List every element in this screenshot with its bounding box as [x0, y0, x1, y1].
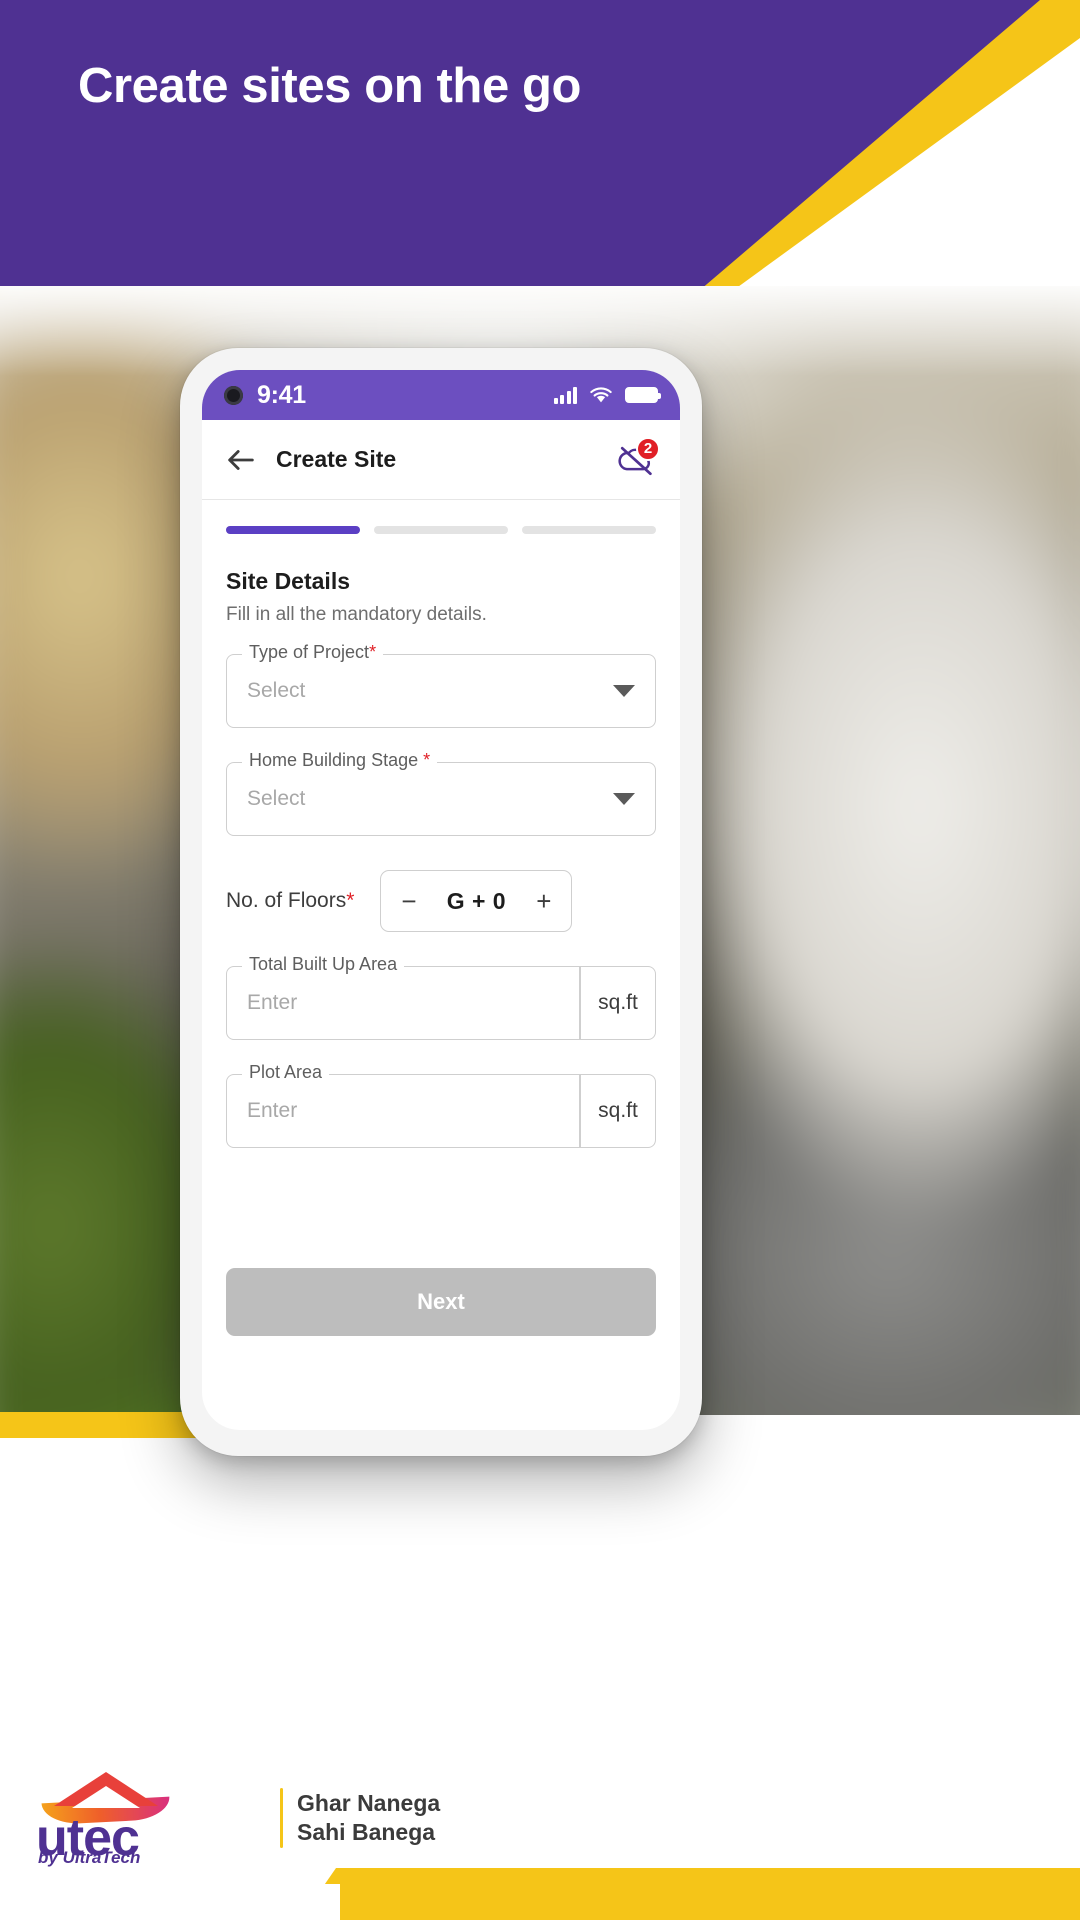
wifi-icon: [590, 386, 612, 402]
brand-by-name: UltraTech: [62, 1848, 141, 1867]
form-content: Site Details Fill in all the mandatory d…: [202, 500, 680, 1148]
field-label-home-building-stage: Home Building Stage *: [242, 750, 438, 771]
next-button[interactable]: Next: [226, 1268, 656, 1336]
stepper-segment-1: [226, 526, 360, 534]
field-label-total-built-up-area: Total Built Up Area: [242, 954, 405, 975]
front-camera-dot-icon: [224, 385, 243, 405]
stepper-segment-3: [522, 526, 656, 534]
app-bar: Create Site 2: [202, 420, 680, 500]
yellow-accent-bar-bottom: [300, 1868, 1080, 1920]
utec-logo-mark: utec by UltraTech: [36, 1772, 266, 1867]
brand-tagline-line2: Sahi Banega: [297, 1819, 436, 1845]
field-value-home-building-stage: Select: [247, 787, 306, 810]
required-asterisk: *: [423, 750, 431, 770]
field-box-plot-area[interactable]: Enter sq.ft: [226, 1074, 656, 1148]
page-title: Create Site: [276, 446, 397, 472]
status-bar-icons: [553, 386, 661, 404]
field-value-total-built-up-area[interactable]: Enter: [247, 991, 297, 1015]
field-home-building-stage[interactable]: Home Building Stage * Select: [226, 750, 656, 836]
field-value-type-of-project: Select: [247, 679, 306, 702]
field-label-plot-area: Plot Area: [242, 1062, 330, 1083]
required-asterisk: *: [369, 642, 377, 662]
chevron-down-icon[interactable]: [613, 793, 635, 805]
stepper-segment-2: [374, 526, 508, 534]
promo-header: Create sites on the go: [0, 0, 1080, 300]
floors-stepper[interactable]: − G + 0 +: [380, 870, 573, 932]
brand-tagline: Ghar Nanega Sahi Banega: [297, 1789, 440, 1848]
brand-tagline-line1: Ghar Nanega: [297, 1789, 441, 1816]
field-type-of-project[interactable]: Type of Project* Select: [226, 642, 656, 728]
field-plot-area[interactable]: Plot Area Enter sq.ft: [226, 1062, 656, 1148]
phone-screen: 9:41 Create Site 2 Site Details Fill in …: [202, 370, 680, 1430]
field-value-plot-area[interactable]: Enter: [247, 1099, 297, 1123]
status-bar: 9:41: [202, 370, 680, 420]
section-subtitle: Fill in all the mandatory details.: [226, 604, 487, 625]
logo-roof-inner-icon: [72, 1786, 140, 1808]
increment-floors-button[interactable]: +: [536, 888, 551, 914]
field-no-of-floors: No. of Floors* − G + 0 +: [226, 870, 656, 932]
promo-headline: Create sites on the go: [78, 59, 582, 113]
unit-suffix-sqft: sq.ft: [598, 1099, 638, 1122]
status-bar-clock: 9:41: [257, 380, 306, 409]
decrement-floors-button[interactable]: −: [401, 888, 416, 914]
progress-stepper: [226, 526, 656, 534]
unit-suffix-sqft: sq.ft: [598, 991, 638, 1014]
section-title: Site Details: [226, 568, 350, 594]
status-badge: 2: [636, 436, 660, 461]
floors-label: No. of Floors*: [226, 889, 355, 912]
brand-divider: [280, 1788, 283, 1848]
floors-value: G + 0: [446, 887, 507, 914]
brand-byline: by UltraTech: [38, 1848, 140, 1868]
field-total-built-up-area[interactable]: Total Built Up Area Enter sq.ft: [226, 954, 656, 1040]
field-label-type-of-project: Type of Project*: [242, 642, 384, 663]
field-box-home-building-stage[interactable]: Select: [226, 762, 656, 836]
field-box-type-of-project[interactable]: Select: [226, 654, 656, 728]
signal-bars-icon: [553, 386, 577, 404]
brand-logo: utec by UltraTech Ghar Nanega Sahi Baneg…: [36, 1772, 440, 1867]
chevron-down-icon[interactable]: [613, 685, 635, 697]
screenshot-root: Create sites on the go utec by UltraTech…: [0, 0, 1080, 1920]
required-asterisk: *: [346, 889, 355, 912]
sync-status-button[interactable]: 2: [614, 436, 660, 482]
battery-full-icon: [625, 387, 661, 403]
phone-device-frame: 9:41 Create Site 2 Site Details Fill in …: [180, 348, 702, 1456]
back-arrow-icon[interactable]: [224, 443, 258, 477]
bottom-left-white-mask: [0, 1884, 340, 1920]
brand-by-prefix: by: [38, 1848, 63, 1867]
field-box-total-built-up-area[interactable]: Enter sq.ft: [226, 966, 656, 1040]
